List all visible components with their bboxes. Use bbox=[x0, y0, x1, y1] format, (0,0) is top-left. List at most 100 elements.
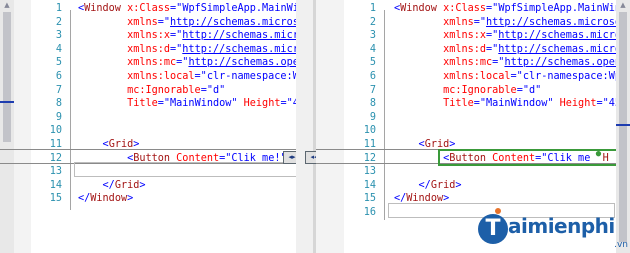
code-line[interactable]: xmlns:local="clr-namespace:Wp bbox=[78, 70, 305, 84]
line-number: 4 bbox=[55, 43, 62, 55]
code-line[interactable]: xmlns:x="http://schemas.micros bbox=[394, 29, 627, 43]
code-token: Height bbox=[559, 98, 597, 110]
comment-bubble-icon[interactable]: ● bbox=[594, 150, 603, 159]
code-token: =" bbox=[200, 84, 213, 96]
code-line[interactable]: Title="MainWindow" Height="45 bbox=[78, 97, 305, 111]
code-token: > bbox=[455, 179, 462, 191]
line-number: 10 bbox=[49, 125, 62, 137]
code-line[interactable]: <Window x:Class="WpfSimpleApp.MainWir bbox=[78, 2, 305, 16]
line-number: 7 bbox=[55, 84, 62, 96]
brand-watermark: T aimienphi .vn bbox=[478, 208, 630, 250]
code-token: =" bbox=[486, 3, 499, 14]
line-number: 5 bbox=[369, 57, 376, 69]
code-token: http://schemas.open bbox=[188, 57, 305, 69]
scroll-position-marker bbox=[616, 124, 630, 126]
line-number: 6 bbox=[369, 71, 376, 82]
code-line[interactable]: xmlns:x="http://schemas.micros bbox=[78, 29, 311, 43]
code-line[interactable]: xmlns:d="http://schemas.micros bbox=[78, 43, 311, 57]
left-right-margin bbox=[296, 0, 313, 253]
code-token: > bbox=[449, 139, 456, 150]
code-line[interactable]: <Button Content="Clik me H bbox=[394, 152, 609, 166]
code-token: Grid bbox=[114, 179, 140, 191]
code-token: xmlns bbox=[443, 16, 474, 28]
line-number: 1 bbox=[369, 3, 376, 14]
line-number: 15 bbox=[363, 193, 376, 205]
code-line[interactable]: <Window x:Class="WpfSimpleApp.MainWin bbox=[394, 2, 621, 16]
code-token: =" bbox=[516, 84, 529, 96]
code-token: WpfSimpleApp.MainWin bbox=[498, 3, 621, 14]
code-token: > bbox=[127, 193, 134, 205]
code-token: =" bbox=[280, 98, 293, 110]
code-line[interactable]: xmlns:d="http://schemas.micro bbox=[394, 43, 621, 57]
line-number: 8 bbox=[369, 98, 376, 110]
code-token: MainWindow bbox=[486, 98, 548, 110]
line-number: 8 bbox=[55, 98, 62, 110]
line-number: 13 bbox=[363, 166, 376, 178]
code-token: =" bbox=[194, 71, 207, 82]
code-line[interactable]: xmlns="http://schemas.microso bbox=[394, 16, 621, 30]
fold-guide bbox=[70, 10, 71, 210]
code-token: Grid bbox=[424, 139, 450, 150]
code-token: http://schemas.micro bbox=[498, 43, 621, 55]
code-token: xmlns:local bbox=[127, 71, 195, 82]
scroll-up-arrow-icon[interactable]: ▲ bbox=[0, 0, 14, 10]
code-token: Clik me bbox=[547, 152, 591, 164]
code-token: =" bbox=[510, 71, 523, 82]
code-token: =" bbox=[170, 30, 183, 42]
code-line[interactable]: </Grid> bbox=[394, 179, 462, 193]
code-token: MainWindow bbox=[170, 98, 232, 110]
brand-logo-circle: T bbox=[478, 214, 508, 244]
code-line[interactable]: </Window> bbox=[394, 192, 449, 206]
code-line[interactable]: xmlns:local="clr-namespace:Wp bbox=[394, 70, 621, 84]
code-token: </ bbox=[102, 179, 115, 191]
code-token: xmlns:d bbox=[443, 43, 487, 55]
code-line[interactable]: </Grid> bbox=[78, 179, 146, 193]
code-line[interactable]: <Grid> bbox=[394, 138, 456, 152]
code-token: http://schemas.microsc bbox=[170, 16, 305, 28]
code-token: xmlns:x bbox=[443, 30, 487, 42]
scroll-up-arrow-icon[interactable]: ▲ bbox=[616, 0, 630, 10]
scrollbar-thumb[interactable] bbox=[3, 12, 11, 142]
left-gutter bbox=[14, 0, 31, 253]
code-token: Content bbox=[176, 152, 220, 164]
code-token: http://schemas.micros bbox=[498, 30, 628, 42]
code-token: http://schemas.micros bbox=[182, 43, 312, 55]
code-token: Height bbox=[243, 98, 281, 110]
code-line[interactable]: </Window> bbox=[78, 192, 133, 206]
code-token: http://schemas.microso bbox=[486, 16, 621, 28]
code-token: =" bbox=[535, 152, 548, 164]
code-token: </ bbox=[418, 179, 431, 191]
code-token: =" bbox=[486, 43, 499, 55]
code-line[interactable]: xmlns:mc="http://schemas.open bbox=[78, 56, 305, 70]
code-line[interactable]: <Button Content="Clik me!" bbox=[78, 152, 287, 166]
code-token: Clik me! bbox=[231, 152, 281, 164]
code-line[interactable]: mc:Ignorable="d" bbox=[78, 84, 225, 98]
line-number: 9 bbox=[55, 111, 62, 123]
right-gutter bbox=[316, 0, 344, 253]
left-vertical-scrollbar[interactable]: ▲ bbox=[0, 0, 14, 253]
code-token: Title bbox=[443, 98, 474, 110]
code-token: Grid bbox=[430, 179, 456, 191]
code-token: Button bbox=[449, 152, 487, 164]
code-line[interactable]: Title="MainWindow" Height="45 bbox=[394, 97, 621, 111]
line-number: 2 bbox=[369, 16, 376, 28]
line-number: 14 bbox=[49, 179, 62, 191]
code-token: " bbox=[219, 84, 226, 96]
code-line[interactable]: xmlns:mc="http://schemas.open bbox=[394, 56, 621, 70]
code-token: mc:Ignorable bbox=[127, 84, 201, 96]
code-token: =" bbox=[473, 98, 487, 110]
code-line[interactable]: <Grid> bbox=[78, 138, 140, 152]
code-line[interactable]: mc:Ignorable="d" bbox=[394, 84, 541, 98]
code-line[interactable]: xmlns="http://schemas.microsc bbox=[78, 16, 305, 30]
code-token: =" bbox=[596, 98, 609, 110]
